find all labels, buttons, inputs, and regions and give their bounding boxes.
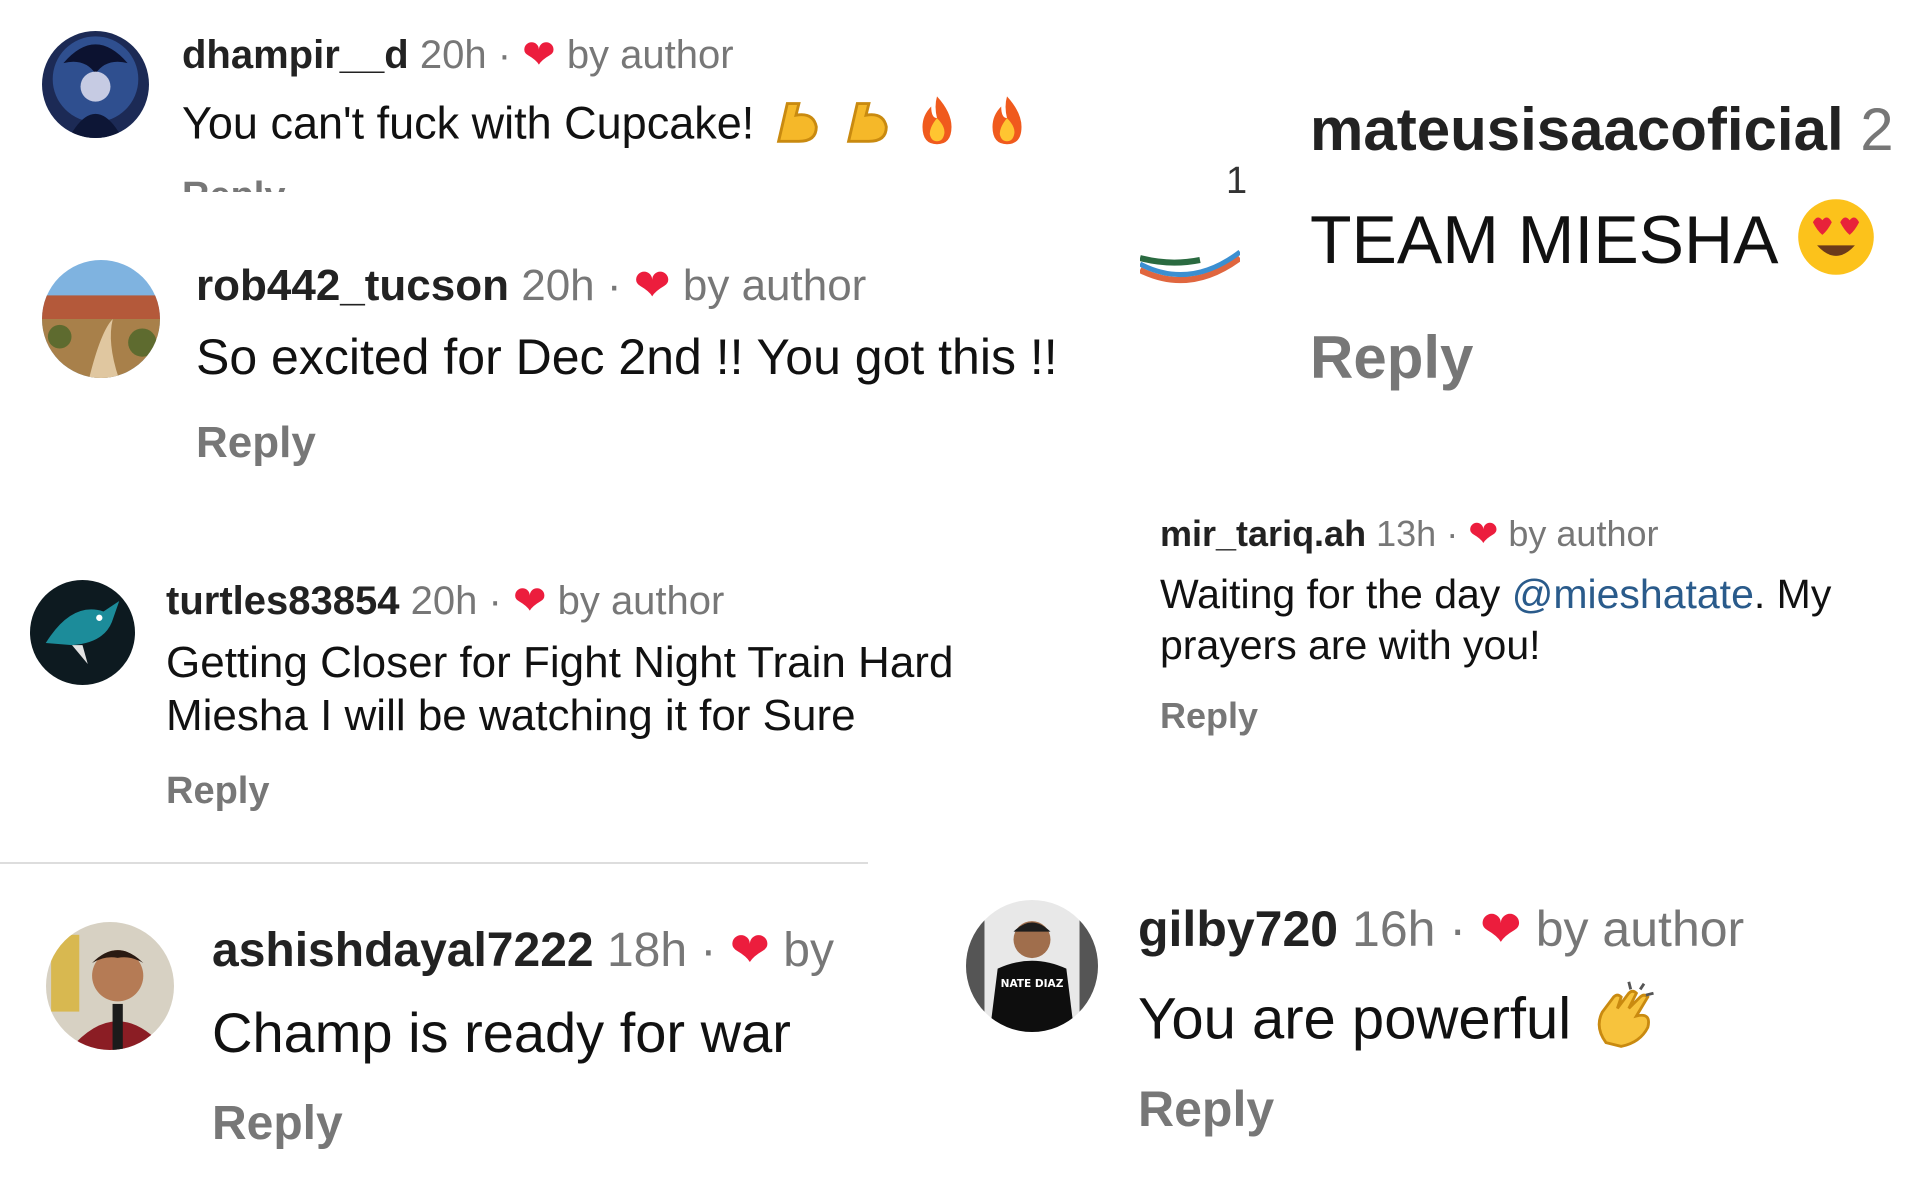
comment-body: You can't fuck with Cupcake! [182, 97, 755, 149]
comment-text: You can't fuck with Cupcake! [182, 92, 1036, 161]
comment-mir-tariq: mir_tariq.ah 13h · ❤ by author Waiting f… [1150, 505, 1920, 755]
avatar[interactable] [46, 922, 174, 1050]
liked-by-author: by author [1535, 901, 1745, 957]
username[interactable]: mateusisaacoficial [1310, 96, 1844, 163]
comment-text: Getting Closer for Fight Night Train Har… [166, 638, 954, 740]
reply-button[interactable]: Reply [1138, 1080, 1274, 1138]
separator: · [1446, 513, 1459, 554]
fire-emoji [978, 92, 1036, 161]
avatar[interactable] [42, 31, 149, 138]
comment-turtles: turtles83854 20h · ❤ by author Getting C… [0, 570, 1120, 830]
flexed-biceps-emoji [767, 92, 825, 161]
reply-button[interactable]: Reply [1310, 323, 1473, 392]
comment-body: You are powerful [1138, 986, 1572, 1052]
reply-button[interactable]: Reply [182, 175, 285, 192]
separator: · [497, 33, 512, 77]
comment-body: TEAM MIESHA [1310, 201, 1775, 278]
reply-button[interactable]: Reply [166, 770, 269, 813]
timestamp: 20h [410, 579, 478, 623]
timestamp: 13h [1376, 513, 1437, 554]
username[interactable]: turtles83854 [166, 579, 399, 623]
comment-ashishdayal: ashishdayal7222 18h · ❤ by Champ is read… [0, 900, 880, 1160]
heart-icon: ❤ [512, 579, 547, 623]
flexed-biceps-emoji [837, 92, 895, 161]
liked-by-author: by author [557, 579, 725, 623]
heart-icon: ❤ [729, 924, 770, 977]
heart-icon: ❤ [522, 33, 556, 77]
comment-header: mateusisaacoficial 2 [1310, 95, 1894, 164]
heart-icon: ❤ [1468, 513, 1499, 554]
fire-emoji [908, 92, 966, 161]
username[interactable]: rob442_tucson [196, 261, 509, 310]
clapping-hands-emoji [1587, 978, 1663, 1068]
separator: · [700, 924, 717, 977]
timestamp: 18h [606, 924, 688, 977]
comment-header: gilby720 16h · ❤ by author [1138, 900, 1744, 958]
heart-icon: ❤ [1479, 901, 1522, 957]
comment-rob442: rob442_tucson 20h · ❤ by author So excit… [0, 240, 1160, 480]
comment-header: dhampir__d 20h · ❤ by author [182, 32, 734, 78]
comment-text: You are powerful [1138, 978, 1663, 1068]
username[interactable]: ashishdayal7222 [212, 924, 594, 977]
liked-by-author: by [783, 924, 834, 977]
liked-by-author: by author [566, 33, 734, 77]
separator: · [488, 579, 502, 623]
separator: · [606, 261, 622, 310]
timestamp: 20h [521, 261, 595, 310]
reply-button[interactable]: Reply [1160, 695, 1258, 737]
heart-icon: ❤ [633, 261, 671, 310]
comment-dhampir: dhampir__d 20h · ❤ by author You can't f… [0, 0, 1130, 192]
timestamp: 20h [419, 33, 487, 77]
avatar[interactable] [42, 260, 160, 378]
username[interactable]: mir_tariq.ah [1160, 513, 1366, 554]
like-count: 1 [1226, 160, 1248, 202]
comment-text: Champ is ready for war [212, 1001, 791, 1064]
comment-header: ashishdayal7222 18h · ❤ by [212, 922, 834, 978]
avatar[interactable] [30, 580, 135, 685]
reply-button[interactable]: Reply [212, 1096, 343, 1151]
comment-text: Waiting for the day @mieshatate. My pray… [1160, 569, 1910, 671]
username[interactable]: gilby720 [1138, 901, 1338, 957]
comment-mateusisaac: mateusisaacoficial 2 TEAM MIESHA Reply [1300, 95, 1920, 415]
mention-link[interactable]: @mieshatate [1512, 571, 1754, 617]
section-divider [0, 862, 868, 864]
heart-eyes-emoji [1794, 195, 1878, 295]
timestamp: 16h [1352, 901, 1436, 957]
shirt-text: NATE DIAZ [1001, 978, 1064, 990]
avatar[interactable]: NATE DIAZ [966, 900, 1098, 1032]
comment-gilby720: NATE DIAZ gilby720 16h · ❤ by author You… [960, 890, 1920, 1160]
comment-body: Waiting for the day [1160, 571, 1512, 617]
separator: · [1449, 901, 1467, 957]
comment-header: mir_tariq.ah 13h · ❤ by author [1160, 513, 1659, 555]
comment-text: So excited for Dec 2nd !! You got this !… [196, 329, 1058, 385]
liked-by-author: by author [682, 261, 867, 310]
reply-button[interactable]: Reply [196, 418, 316, 468]
comment-header: turtles83854 20h · ❤ by author [166, 578, 724, 624]
timestamp: 2 [1860, 96, 1894, 163]
comment-header: rob442_tucson 20h · ❤ by author [196, 260, 866, 311]
liked-by-author: by author [1508, 513, 1659, 554]
username[interactable]: dhampir__d [182, 33, 409, 77]
comment-text: TEAM MIESHA [1310, 195, 1878, 295]
